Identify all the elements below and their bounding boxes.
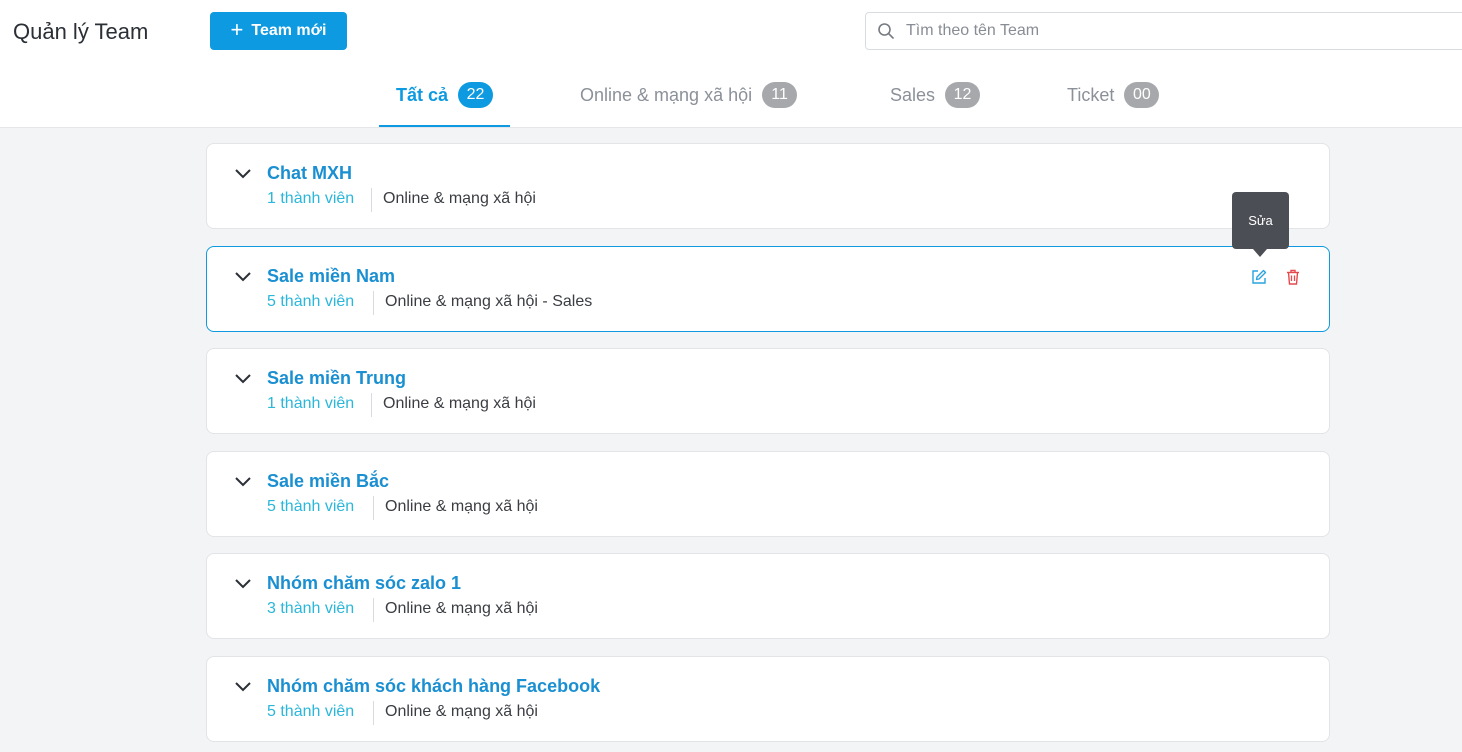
team-card[interactable]: Sale miền Nam 5 thành viên Online & mạng… <box>206 246 1330 332</box>
chevron-down-icon[interactable] <box>234 269 252 283</box>
active-tab-indicator <box>379 125 510 127</box>
team-card[interactable]: Sale miền Trung 1 thành viên Online & mạ… <box>206 348 1330 434</box>
new-team-label: Team mới <box>251 22 327 39</box>
tab-count-badge: 00 <box>1124 82 1160 108</box>
row-actions <box>1249 267 1303 287</box>
tab-label: Ticket <box>1067 84 1115 105</box>
team-channels: Online & mạng xã hội - Sales <box>385 293 593 310</box>
chevron-down-icon[interactable] <box>234 576 252 590</box>
team-channels: Online & mạng xã hội <box>385 498 538 515</box>
team-channels: Online & mạng xã hội <box>385 600 538 617</box>
tab-count-badge: 22 <box>458 82 494 108</box>
tab-sales[interactable]: Sales 12 <box>890 62 981 128</box>
edit-icon[interactable] <box>1249 267 1269 287</box>
team-card[interactable]: Nhóm chăm sóc zalo 1 3 thành viên Online… <box>206 553 1330 639</box>
divider <box>373 496 374 520</box>
tab-label: Online & mạng xã hội <box>580 84 753 105</box>
chevron-down-icon[interactable] <box>234 371 252 385</box>
team-card[interactable]: Chat MXH 1 thành viên Online & mạng xã h… <box>206 143 1330 229</box>
divider <box>373 701 374 725</box>
divider <box>371 393 372 417</box>
divider <box>371 188 372 212</box>
tab-ticket[interactable]: Ticket 00 <box>1067 62 1160 128</box>
tab-label: Tất cả <box>396 84 449 105</box>
tab-count-badge: 11 <box>762 82 798 108</box>
chevron-down-icon[interactable] <box>234 474 252 488</box>
team-card[interactable]: Nhóm chăm sóc khách hàng Facebook 5 thàn… <box>206 656 1330 742</box>
plus-icon: + <box>230 17 244 42</box>
member-count: 3 thành viên <box>267 600 355 617</box>
team-name[interactable]: Nhóm chăm sóc khách hàng Facebook <box>267 676 600 697</box>
chevron-down-icon[interactable] <box>234 166 252 180</box>
search-icon <box>866 22 906 40</box>
team-channels: Online & mạng xã hội <box>383 190 536 207</box>
team-name[interactable]: Sale miền Bắc <box>267 471 389 492</box>
team-channels: Online & mạng xã hội <box>383 395 536 412</box>
team-card[interactable]: Sale miền Bắc 5 thành viên Online & mạng… <box>206 451 1330 537</box>
divider <box>373 598 374 622</box>
top-bar: Quản lý Team + Team mới Tất cả 22 Online… <box>0 0 1462 128</box>
member-count: 5 thành viên <box>267 293 355 310</box>
team-tabs: Tất cả 22 Online & mạng xã hội 11 Sales … <box>0 62 1462 128</box>
edit-tooltip: Sửa <box>1232 192 1289 257</box>
tab-label: Sales <box>890 84 936 105</box>
tab-count-badge: 12 <box>945 82 981 108</box>
page-title: Quản lý Team <box>13 19 149 44</box>
search-box[interactable] <box>865 12 1462 50</box>
tab-online-social[interactable]: Online & mạng xã hội 11 <box>580 62 798 128</box>
member-count: 1 thành viên <box>267 395 355 412</box>
team-name[interactable]: Sale miền Trung <box>267 368 406 389</box>
member-count: 1 thành viên <box>267 190 355 207</box>
divider <box>373 291 374 315</box>
search-input[interactable] <box>906 13 1462 49</box>
team-name[interactable]: Chat MXH <box>267 163 352 184</box>
member-count: 5 thành viên <box>267 703 355 720</box>
new-team-button[interactable]: + Team mới <box>210 12 347 50</box>
team-name[interactable]: Sale miền Nam <box>267 266 395 287</box>
trash-icon[interactable] <box>1283 267 1303 287</box>
team-name[interactable]: Nhóm chăm sóc zalo 1 <box>267 573 461 594</box>
tab-all[interactable]: Tất cả 22 <box>396 62 494 128</box>
member-count: 5 thành viên <box>267 498 355 515</box>
team-channels: Online & mạng xã hội <box>385 703 538 720</box>
chevron-down-icon[interactable] <box>234 679 252 693</box>
